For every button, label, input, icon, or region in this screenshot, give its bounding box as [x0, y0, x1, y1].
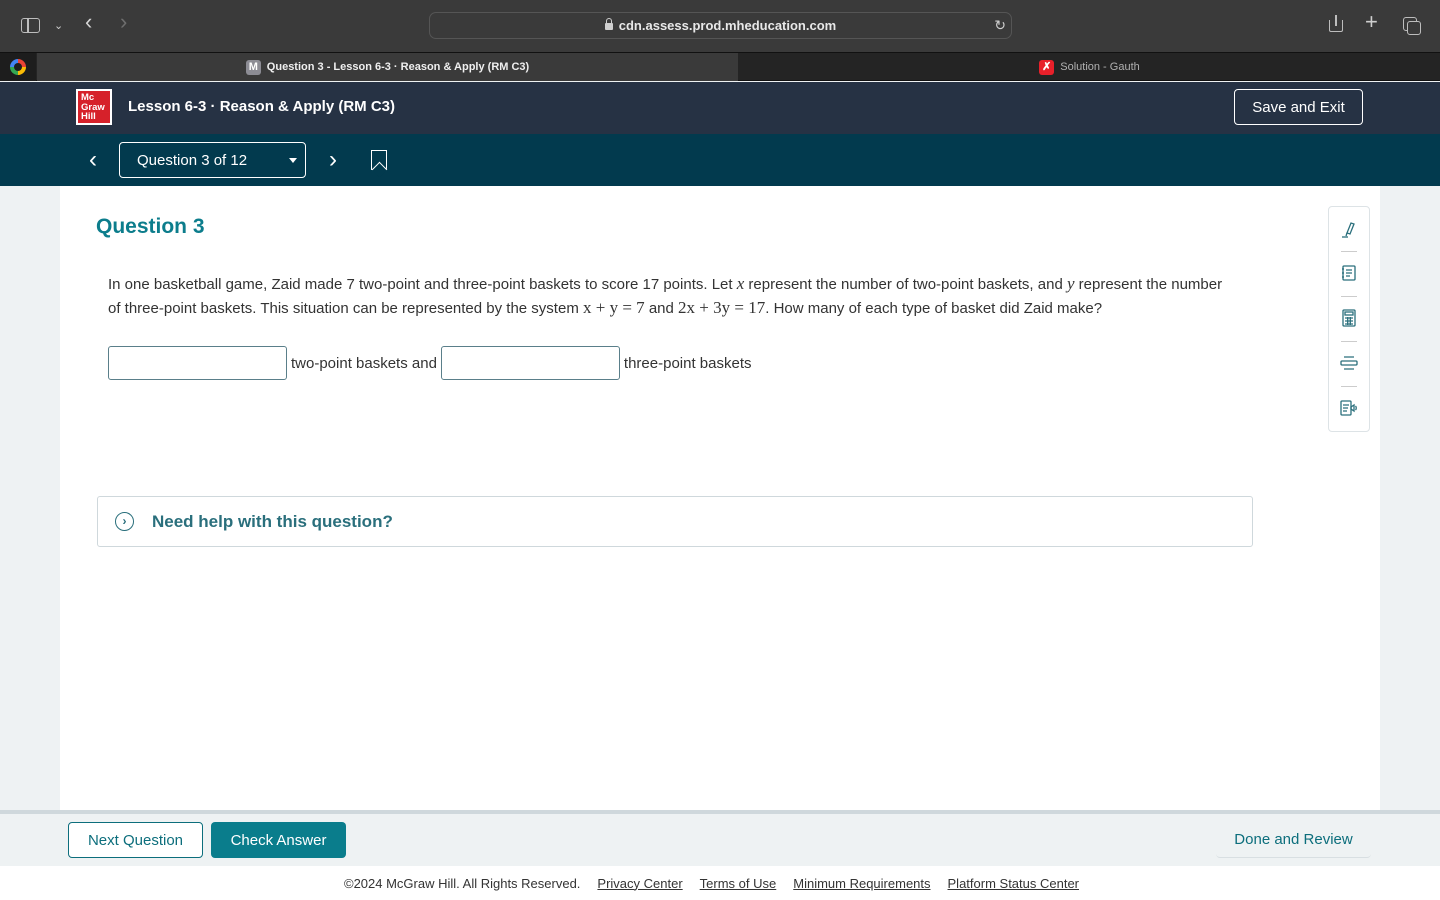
- terms-of-use-link[interactable]: Terms of Use: [700, 876, 777, 891]
- tab-question-3[interactable]: M Question 3 - Lesson 6-3 · Reason & App…: [37, 53, 738, 81]
- notepad-icon: [1342, 265, 1356, 281]
- question-selector[interactable]: Question 3 of 12: [119, 142, 306, 178]
- equation-1: x + y = 7: [582, 298, 645, 317]
- question-nav-bar: ‹ Question 3 of 12 ›: [0, 134, 1440, 186]
- previous-question-button[interactable]: ‹: [75, 142, 111, 178]
- url-text: cdn.assess.prod.mheducation.com: [618, 18, 837, 33]
- save-and-exit-button[interactable]: Save and Exit: [1234, 89, 1363, 125]
- privacy-center-link[interactable]: Privacy Center: [597, 876, 682, 891]
- question-selector-label: Question 3 of 12: [137, 152, 248, 169]
- text-to-speech-icon: [1340, 400, 1357, 416]
- check-answer-button[interactable]: Check Answer: [211, 822, 346, 858]
- tab-label: Solution - Gauth: [1060, 61, 1140, 73]
- browser-toolbar: ⌄ ‹ › cdn.assess.prod.mheducation.com ↻ …: [0, 0, 1440, 52]
- copyright-text: ©2024 McGraw Hill. All Rights Reserved.: [343, 875, 581, 891]
- action-bar: Next Question Check Answer Done and Revi…: [0, 810, 1440, 866]
- notepad-tool[interactable]: [1333, 255, 1365, 291]
- reload-icon[interactable]: ↻: [994, 17, 1006, 34]
- mheducation-favicon: M: [245, 59, 261, 75]
- bookmark-icon: [371, 150, 387, 170]
- lesson-title: Lesson 6-3 · Reason & Apply (RM C3): [128, 98, 395, 115]
- calculator-icon: [1342, 309, 1356, 327]
- three-point-label: three-point baskets: [623, 354, 752, 372]
- page-footer: ©2024 McGraw Hill. All Rights Reserved. …: [0, 866, 1440, 900]
- bookmark-button[interactable]: [361, 142, 397, 178]
- back-icon[interactable]: ‹: [85, 11, 92, 33]
- chevron-down-icon[interactable]: ⌄: [54, 18, 63, 34]
- share-icon[interactable]: [1329, 15, 1343, 32]
- line-reader-tool[interactable]: [1333, 345, 1365, 381]
- google-icon: [10, 59, 26, 75]
- help-label: Need help with this question?: [152, 512, 393, 531]
- chevron-left-icon: ‹: [89, 146, 97, 173]
- forward-icon[interactable]: ›: [120, 11, 127, 33]
- done-and-review-button[interactable]: Done and Review: [1216, 822, 1371, 858]
- highlighter-tool[interactable]: [1333, 211, 1365, 247]
- tab-overview-icon[interactable]: [1403, 17, 1421, 35]
- caret-down-icon: [289, 158, 297, 163]
- next-question-arrow-button[interactable]: ›: [315, 142, 351, 178]
- highlighter-icon: [1342, 222, 1355, 238]
- question-text: In one basketball game, Zaid made 7 two-…: [108, 274, 1223, 317]
- text-to-speech-tool[interactable]: [1333, 390, 1365, 426]
- tab-bar: M Question 3 - Lesson 6-3 · Reason & App…: [0, 52, 1440, 81]
- sidebar-toggle-icon[interactable]: [21, 18, 40, 33]
- app-header: Mc Graw Hill Lesson 6-3 · Reason & Apply…: [0, 82, 1440, 134]
- address-bar[interactable]: cdn.assess.prod.mheducation.com ↻: [429, 12, 1012, 39]
- platform-status-link[interactable]: Platform Status Center: [948, 876, 1080, 891]
- chevron-right-icon: ›: [329, 146, 337, 173]
- pinned-tab-google[interactable]: [0, 53, 36, 81]
- minimum-requirements-link[interactable]: Minimum Requirements: [793, 876, 930, 891]
- mcgraw-hill-logo: Mc Graw Hill: [76, 89, 112, 125]
- equation-2: 2x + 3y = 17: [678, 298, 766, 317]
- two-point-label: two-point baskets and: [291, 354, 437, 372]
- tab-gauth[interactable]: ✗ Solution - Gauth: [739, 53, 1440, 81]
- three-point-answer-input[interactable]: [440, 346, 620, 380]
- tab-label: Question 3 - Lesson 6-3 · Reason & Apply…: [266, 61, 530, 73]
- next-question-button[interactable]: Next Question: [68, 822, 203, 858]
- chevron-right-circle-icon: ›: [115, 512, 134, 531]
- question-heading: Question 3: [96, 215, 205, 238]
- calculator-tool[interactable]: [1333, 300, 1365, 336]
- line-reader-icon: [1340, 356, 1358, 370]
- two-point-answer-input[interactable]: [108, 346, 287, 380]
- question-panel: Question 3 In one basketball game, Zaid …: [60, 186, 1380, 810]
- help-expander[interactable]: › Need help with this question?: [97, 496, 1253, 547]
- answer-row: two-point baskets and three-point basket…: [108, 346, 756, 380]
- gauth-icon: ✗: [1039, 59, 1055, 75]
- lock-icon: [604, 18, 613, 30]
- tools-panel: [1328, 206, 1370, 432]
- new-tab-icon[interactable]: +: [1365, 11, 1378, 33]
